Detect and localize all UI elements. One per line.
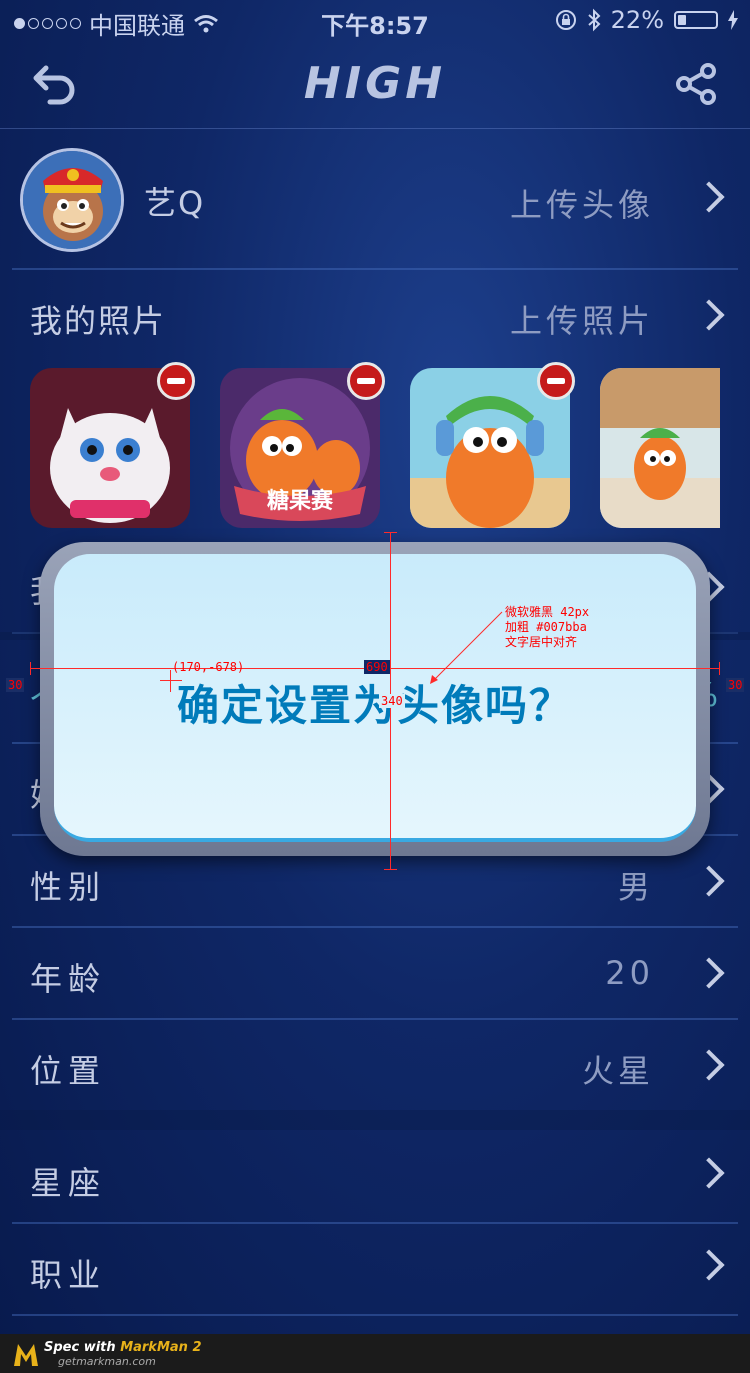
row-constellation[interactable]: 星座 bbox=[12, 1130, 738, 1224]
annotation-note: 微软雅黑 42px 加粗 #007bba 文字居中对齐 bbox=[505, 605, 589, 650]
chevron-right-icon bbox=[693, 865, 725, 897]
markman-url: getmarkman.com bbox=[58, 1355, 156, 1368]
annotation-note-line1: 微软雅黑 42px bbox=[505, 605, 590, 619]
annotation-note-line3: 文字居中对齐 bbox=[505, 635, 578, 649]
rotation-lock-icon bbox=[555, 10, 576, 30]
carrot-running-photo[interactable] bbox=[600, 368, 720, 528]
page-title: HIGH bbox=[303, 58, 447, 109]
avatar[interactable] bbox=[20, 148, 124, 252]
age-label: 年龄 bbox=[30, 960, 107, 998]
my-photos-label: 我的照片 bbox=[30, 302, 167, 340]
chevron-right-icon bbox=[693, 1157, 725, 1189]
battery-percent: 22% bbox=[610, 6, 664, 34]
gender-value: 男 bbox=[617, 868, 654, 906]
age-value: 20 bbox=[605, 954, 654, 992]
annotation-top-tick bbox=[384, 532, 397, 533]
share-icon[interactable] bbox=[674, 62, 718, 106]
markman-logo-icon bbox=[14, 1344, 38, 1366]
charging-icon bbox=[728, 10, 738, 30]
battery-icon bbox=[674, 11, 718, 29]
carrot-running-image bbox=[600, 368, 720, 528]
row-age[interactable]: 年龄 20 bbox=[12, 926, 738, 1020]
markman-brand: Spec with MarkMan 2 bbox=[44, 1340, 202, 1355]
row-occupation[interactable]: 职业 bbox=[12, 1222, 738, 1316]
my-photos-row[interactable]: 我的照片 上传照片 bbox=[12, 268, 738, 364]
annotation-crosshair-v bbox=[170, 670, 171, 692]
annotation-width: 690 bbox=[364, 660, 390, 674]
nav-bar: HIGH bbox=[0, 40, 750, 129]
annotation-left-tick bbox=[30, 662, 31, 675]
location-value: 火星 bbox=[581, 1052, 654, 1090]
annotation-left-margin: 30 bbox=[6, 678, 25, 692]
markman-footer: Spec with MarkMan 2 getmarkman.com bbox=[0, 1334, 750, 1373]
chevron-right-icon bbox=[693, 181, 725, 213]
upload-avatar-label: 上传头像 bbox=[509, 186, 654, 224]
upload-photos-label: 上传照片 bbox=[509, 302, 654, 340]
row-location[interactable]: 位置 火星 bbox=[12, 1018, 738, 1110]
remove-photo-button[interactable] bbox=[347, 362, 385, 400]
section-band bbox=[0, 1110, 750, 1130]
chevron-right-icon bbox=[693, 957, 725, 989]
remove-photo-button[interactable] bbox=[537, 362, 575, 400]
monkey-avatar-icon bbox=[23, 151, 121, 249]
occupation-label: 职业 bbox=[30, 1256, 107, 1294]
dialog-message: 确定设置为头像吗？ bbox=[176, 681, 573, 730]
constellation-label: 星座 bbox=[30, 1164, 107, 1202]
annotation-note-line2: 加粗 #007bba bbox=[505, 620, 587, 634]
chevron-right-icon bbox=[693, 1049, 725, 1081]
bluetooth-icon bbox=[587, 8, 601, 32]
annotation-arrow bbox=[430, 611, 503, 684]
annotation-crosshair-h bbox=[160, 680, 182, 681]
location-label: 位置 bbox=[30, 1052, 107, 1090]
annotation-right-margin: 30 bbox=[726, 678, 745, 692]
chevron-right-icon bbox=[693, 299, 725, 331]
remove-photo-button[interactable] bbox=[157, 362, 195, 400]
markman-prefix: Spec with bbox=[44, 1340, 121, 1355]
annotation-height: 340 bbox=[379, 694, 405, 708]
annotation-bottom-tick bbox=[384, 869, 397, 870]
chevron-right-icon bbox=[693, 1249, 725, 1281]
annotation-right-tick bbox=[719, 662, 720, 675]
candy-caption: 糖果赛 bbox=[267, 488, 334, 514]
markman-name: MarkMan 2 bbox=[120, 1340, 202, 1355]
status-right: 22% bbox=[555, 6, 738, 34]
nickname-label: 艺Q bbox=[144, 184, 206, 222]
gender-label: 性别 bbox=[30, 868, 107, 906]
annotation-coord: (170,-678) bbox=[172, 660, 245, 674]
status-bar: 中国联通 下午8:57 22% bbox=[0, 0, 750, 40]
